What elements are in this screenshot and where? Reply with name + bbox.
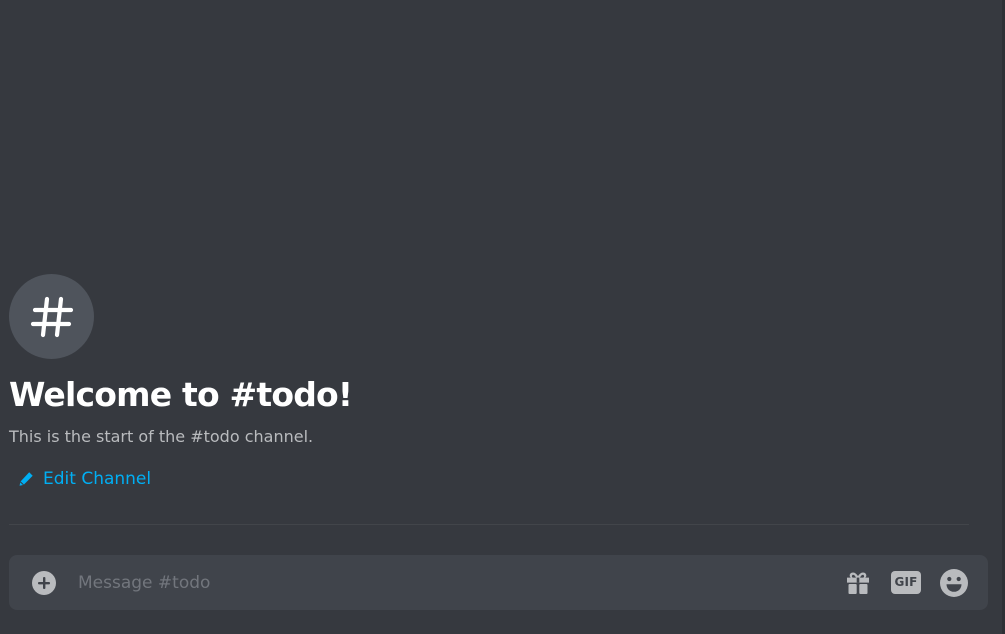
- edit-channel-label: Edit Channel: [43, 469, 152, 489]
- message-input[interactable]: [78, 562, 840, 603]
- channel-avatar: [9, 274, 94, 359]
- welcome-subtitle: This is the start of the #todo channel.: [9, 427, 314, 446]
- divider: [9, 524, 969, 525]
- emoji-button[interactable]: [936, 565, 972, 601]
- message-composer: GIF: [9, 555, 988, 610]
- gif-label: GIF: [891, 571, 921, 594]
- gift-icon: [847, 572, 869, 594]
- plus-circle-icon: [32, 570, 56, 595]
- pencil-icon: [19, 472, 33, 486]
- channel-welcome: Welcome to #todo! This is the start of t…: [9, 274, 969, 491]
- attach-button[interactable]: [30, 569, 58, 597]
- gift-button[interactable]: [840, 565, 876, 601]
- chat-view: Welcome to #todo! This is the start of t…: [0, 0, 1005, 634]
- edit-channel-link[interactable]: Edit Channel: [18, 469, 151, 489]
- gif-button[interactable]: GIF: [888, 565, 924, 601]
- emoji-icon: [940, 568, 968, 597]
- hash-icon: [30, 296, 73, 337]
- welcome-title: Welcome to #todo!: [9, 375, 353, 414]
- composer-tools: GIF: [840, 565, 972, 601]
